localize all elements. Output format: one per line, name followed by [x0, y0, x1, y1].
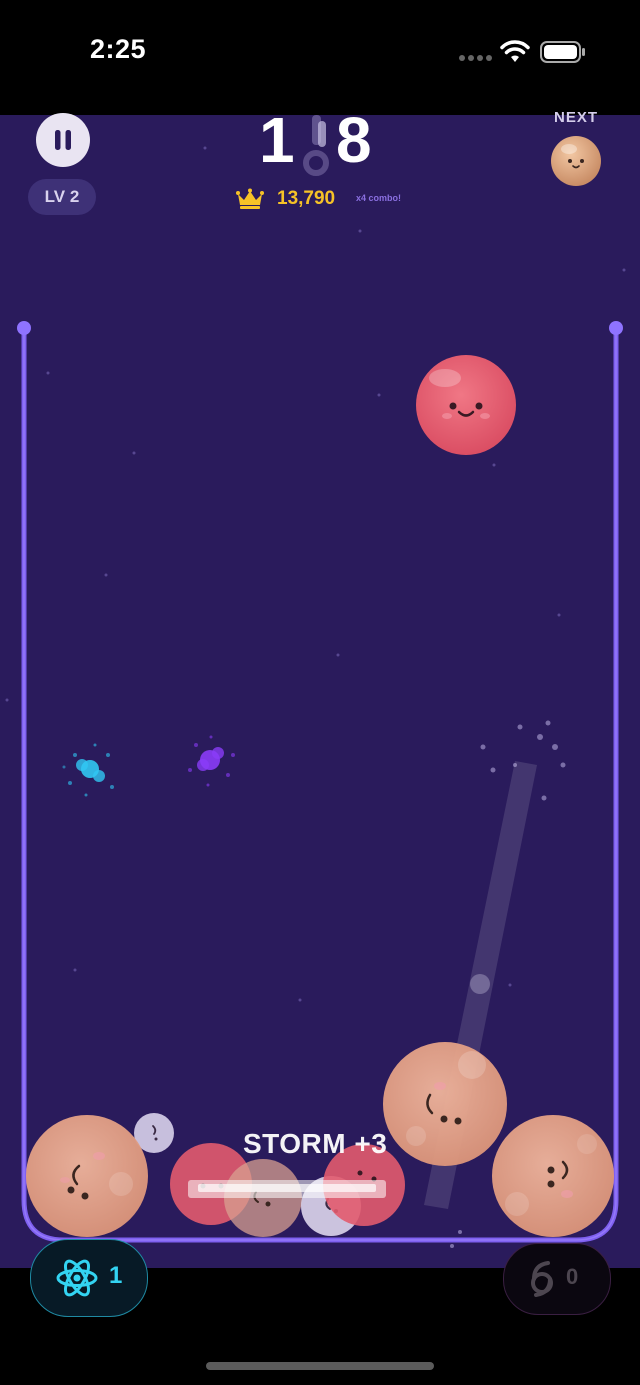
- pause-button[interactable]: [36, 113, 90, 167]
- atom-icon: [56, 1259, 98, 1297]
- storm-count: 0: [566, 1264, 579, 1289]
- next-ball-preview: [551, 136, 601, 186]
- best-score: 13,790: [277, 188, 336, 209]
- red-ball-falling: [416, 355, 516, 455]
- score-digit-right: 8: [336, 104, 372, 176]
- combo-label: x4 combo!: [356, 193, 402, 203]
- level-badge: LV 2: [28, 179, 96, 215]
- peach-ball-large-right: [492, 1115, 614, 1237]
- crown-icon: [236, 188, 264, 209]
- score-digit-left: 1: [259, 104, 295, 176]
- pause-icon: [55, 130, 71, 150]
- storm-bonus-popup: STORM +3: [243, 1128, 388, 1159]
- atom-count: 1: [109, 1262, 123, 1289]
- next-label: NEXT: [553, 109, 598, 126]
- small-white-ball-faded: [470, 974, 490, 994]
- storm-powerup-button[interactable]: 0: [503, 1243, 611, 1315]
- atom-powerup-button[interactable]: 1: [30, 1239, 148, 1317]
- score-digit-rolling: [303, 115, 329, 176]
- storm-flash-bar: [188, 1180, 386, 1198]
- home-indicator[interactable]: [206, 1362, 434, 1370]
- peach-ball-large-left: [26, 1115, 148, 1237]
- hurricane-icon: [531, 1261, 553, 1297]
